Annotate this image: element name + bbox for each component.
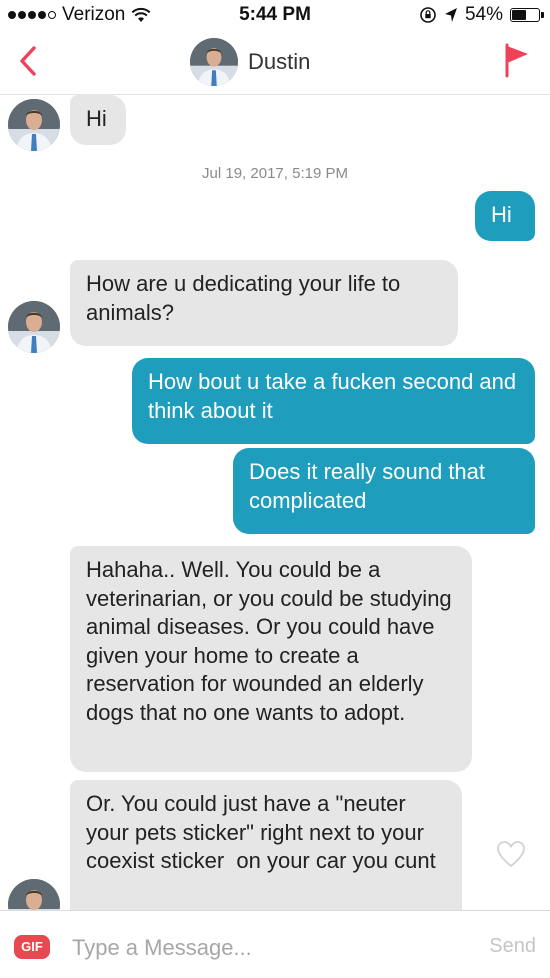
message-bubble-incoming[interactable]: Hahaha.. Well. You could be a veterinari… [70,546,472,772]
chat-header: Dustin [0,30,550,95]
contact-avatar[interactable] [8,99,60,151]
chevron-left-icon [20,46,36,76]
contact-profile-link[interactable]: Dustin [190,38,310,86]
report-button[interactable] [502,42,532,78]
send-button[interactable]: Send [489,935,536,958]
message-bubble-outgoing[interactable]: How bout u take a fucken second and thin… [132,358,535,444]
message-bubble-outgoing[interactable]: Hi [475,191,535,241]
contact-name: Dustin [248,49,311,74]
contact-avatar[interactable] [8,879,60,910]
message-timestamp: Jul 19, 2017, 5:19 PM [202,165,348,182]
battery-percent: 54% [464,4,503,25]
back-button[interactable] [14,44,44,78]
contact-avatar[interactable] [8,301,60,353]
status-icons: 54% [419,4,544,26]
location-arrow-icon [444,8,457,22]
message-thread[interactable]: Hi Jul 19, 2017, 5:19 PM Hi How are u de… [0,95,550,910]
like-heart-icon[interactable] [496,840,526,868]
rotation-lock-icon [420,7,436,23]
message-bubble-incoming[interactable]: Hi [70,95,126,145]
message-bubble-incoming[interactable]: Or. You could just have a "neuter your p… [70,780,462,910]
message-composer: GIF Send [0,910,550,978]
message-input[interactable] [70,927,464,969]
message-bubble-outgoing[interactable]: Does it really sound that complicated [233,448,535,534]
battery-icon [510,8,544,22]
message-bubble-incoming[interactable]: How are u dedicating your life to animal… [70,260,458,346]
flag-icon [505,43,528,78]
contact-avatar [190,38,238,86]
gif-button[interactable]: GIF [14,935,50,959]
status-bar: Verizon 5:44 PM 54% [0,0,550,30]
chat-screen: Verizon 5:44 PM 54% Dustin Hi Jul 19, 20… [0,0,550,978]
